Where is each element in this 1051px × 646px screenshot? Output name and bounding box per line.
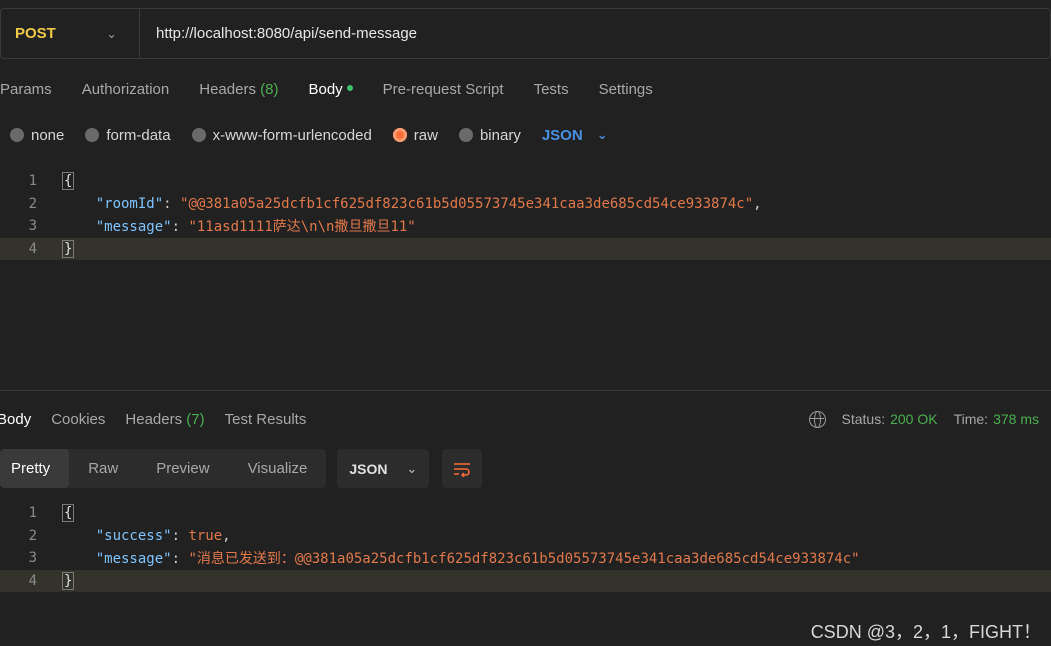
json-string: "消息已发送到：@@381a05a25dcfb1cf625df823c61b5d… xyxy=(188,551,860,568)
radio-binary[interactable]: binary xyxy=(458,126,521,144)
wrap-lines-button[interactable] xyxy=(442,449,483,488)
body-format-select[interactable]: JSON ⌄ xyxy=(542,127,608,144)
url-input[interactable]: http://localhost:8080/api/send-message xyxy=(140,25,417,42)
tab-response-headers-label: Headers xyxy=(125,410,183,428)
code-line: 2 "roomId": "@@381a05a25dcfb1cf625df823c… xyxy=(0,193,1051,216)
radio-binary-label: binary xyxy=(479,126,521,144)
tab-response-headers-count: (7) xyxy=(186,410,205,428)
tab-response-body[interactable]: Body xyxy=(0,411,31,428)
modified-dot-icon xyxy=(346,84,353,91)
status-value[interactable]: 200 OK xyxy=(890,411,937,427)
tab-prerequest-script[interactable]: Pre-request Script xyxy=(383,81,504,98)
response-body-viewer[interactable]: 1 { 2 "success": true, 3 "message": "消息已… xyxy=(0,502,1051,592)
chevron-down-icon: ⌄ xyxy=(596,127,608,142)
tab-tests[interactable]: Tests xyxy=(534,81,569,98)
code-line-active: 4 } xyxy=(0,237,1051,260)
json-string: "11asd1111萨达\n\n撒旦撒旦11" xyxy=(188,219,416,236)
radio-raw-label: raw xyxy=(413,126,438,144)
line-number: 4 xyxy=(28,240,37,257)
line-number: 1 xyxy=(28,173,37,190)
radio-icon xyxy=(191,128,206,142)
method-label: POST xyxy=(15,25,56,42)
view-mode-segment: Pretty Raw Preview Visualize xyxy=(0,449,327,488)
radio-raw[interactable]: raw xyxy=(392,126,438,144)
json-bool: true xyxy=(188,527,223,544)
tab-body[interactable]: Body xyxy=(308,80,353,98)
close-brace: } xyxy=(62,571,75,590)
radio-none-label: none xyxy=(31,126,65,144)
radio-form-data-label: form-data xyxy=(106,126,171,144)
code-line: 2 "success": true, xyxy=(0,525,1051,548)
globe-icon[interactable] xyxy=(808,410,826,428)
view-raw-button[interactable]: Raw xyxy=(69,449,137,488)
line-number: 2 xyxy=(28,195,37,212)
postman-window: POST ⌄ http://localhost:8080/api/send-me… xyxy=(0,0,1051,646)
response-status: Status: 200 OK Time: 378 ms xyxy=(808,409,1039,429)
tab-settings[interactable]: Settings xyxy=(599,81,653,98)
tab-test-results[interactable]: Test Results xyxy=(225,411,307,428)
json-key: "success" xyxy=(95,527,172,544)
line-number: 3 xyxy=(28,218,37,235)
pane-divider[interactable] xyxy=(0,390,1051,391)
line-number: 4 xyxy=(28,572,37,589)
view-preview-button[interactable]: Preview xyxy=(137,449,228,488)
chevron-down-icon: ⌄ xyxy=(406,460,418,476)
response-format-select[interactable]: JSON ⌄ xyxy=(337,449,430,488)
code-line: 3 "message": "11asd1111萨达\n\n撒旦撒旦11" xyxy=(0,215,1051,238)
code-line: 3 "message": "消息已发送到：@@381a05a25dcfb1cf6… xyxy=(0,547,1051,570)
json-key: "roomId" xyxy=(95,195,164,212)
response-tabs: Body Cookies Headers (7) Test Results xyxy=(0,409,326,429)
tab-params[interactable]: Params xyxy=(0,81,52,98)
request-tabs: Params Authorization Headers (8) Body Pr… xyxy=(0,78,683,100)
time-label: Time: xyxy=(953,411,989,427)
line-number: 1 xyxy=(28,505,37,522)
json-string: "@@381a05a25dcfb1cf625df823c61b5d0557374… xyxy=(180,195,754,212)
line-number: 3 xyxy=(28,550,37,567)
view-visualize-button[interactable]: Visualize xyxy=(229,449,327,488)
radio-icon xyxy=(458,128,473,142)
radio-icon xyxy=(85,128,100,142)
radio-checked-icon xyxy=(392,128,407,142)
tab-authorization[interactable]: Authorization xyxy=(82,81,170,98)
view-pretty-button[interactable]: Pretty xyxy=(0,449,70,488)
time-value[interactable]: 378 ms xyxy=(993,411,1039,427)
tab-response-headers[interactable]: Headers (7) xyxy=(125,411,204,428)
request-body-editor[interactable]: 1 { 2 "roomId": "@@381a05a25dcfb1cf625df… xyxy=(0,170,1051,260)
radio-icon xyxy=(10,128,24,142)
radio-urlencoded-label: x-www-form-urlencoded xyxy=(212,126,372,144)
status-label: Status: xyxy=(841,411,886,427)
tab-cookies[interactable]: Cookies xyxy=(51,411,105,428)
method-select[interactable]: POST ⌄ xyxy=(1,9,140,58)
response-view-toolbar: Pretty Raw Preview Visualize JSON ⌄ xyxy=(0,449,483,488)
open-brace: { xyxy=(62,504,75,523)
watermark: CSDN @3，2，1，FIGHT！ xyxy=(810,622,1041,642)
wrap-lines-icon xyxy=(454,462,471,477)
json-key: "message" xyxy=(95,551,172,568)
code-line-active: 4 } xyxy=(0,569,1051,592)
radio-form-data[interactable]: form-data xyxy=(85,126,171,144)
line-number: 2 xyxy=(28,527,37,544)
response-format-label: JSON xyxy=(349,460,388,477)
tab-headers-label: Headers xyxy=(199,80,256,98)
open-brace: { xyxy=(62,172,75,191)
code-line: 1 { xyxy=(0,170,1051,193)
tab-headers-count: (8) xyxy=(260,80,279,98)
body-format-label: JSON xyxy=(541,126,583,144)
code-line: 1 { xyxy=(0,502,1051,525)
chevron-down-icon: ⌄ xyxy=(106,25,117,41)
json-key: "message" xyxy=(95,219,172,236)
request-url-bar: POST ⌄ http://localhost:8080/api/send-me… xyxy=(0,8,1051,59)
tab-headers[interactable]: Headers (8) xyxy=(199,81,278,98)
tab-body-label: Body xyxy=(308,80,343,98)
close-brace: } xyxy=(62,239,75,258)
radio-none[interactable]: none xyxy=(10,127,64,144)
body-type-selector: none form-data x-www-form-urlencoded raw… xyxy=(10,124,608,146)
radio-urlencoded[interactable]: x-www-form-urlencoded xyxy=(191,126,372,144)
